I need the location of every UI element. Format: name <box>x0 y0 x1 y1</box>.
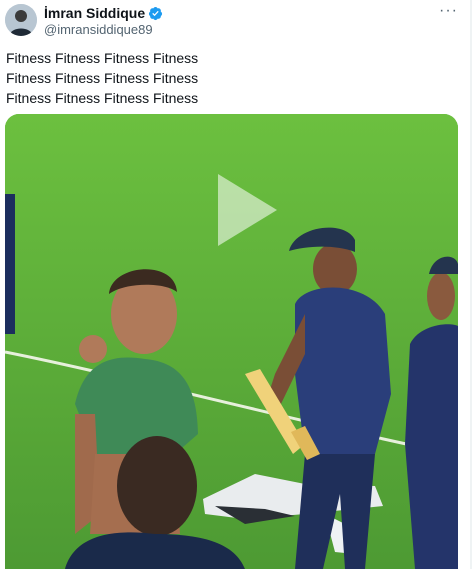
author-name-row[interactable]: İmran Siddique <box>44 5 163 21</box>
avatar[interactable] <box>5 4 37 36</box>
video-player[interactable] <box>5 114 458 569</box>
author-name[interactable]: İmran Siddique <box>44 5 145 21</box>
tweet-text: Fitness Fitness Fitness Fitness Fitness … <box>6 48 446 108</box>
tweet-text-line: Fitness Fitness Fitness Fitness <box>6 70 199 86</box>
verified-badge-icon <box>148 6 163 21</box>
avatar-image <box>5 4 37 36</box>
tweet-text-line: Fitness Fitness Fitness Fitness <box>6 50 199 66</box>
more-options-icon[interactable]: ··· <box>439 2 458 20</box>
video-frame <box>5 114 458 569</box>
author-handle[interactable]: @imransiddique89 <box>44 22 153 37</box>
tweet-text-line: Fitness Fitness Fitness Fitness <box>6 90 199 106</box>
